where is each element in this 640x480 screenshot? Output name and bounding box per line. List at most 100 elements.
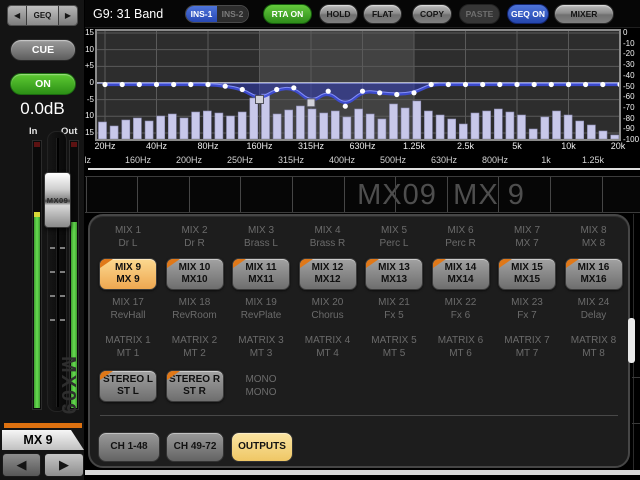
rta-scale-label: -70 — [623, 103, 635, 112]
geq-band-handle[interactable] — [102, 82, 107, 87]
next-channel-button[interactable]: ▶ — [44, 453, 84, 477]
geq-band-handle[interactable] — [411, 90, 416, 95]
geq-rta-graph[interactable] — [96, 30, 620, 140]
geq-band-handle[interactable] — [446, 82, 451, 87]
geq-prev-button[interactable]: ◀ — [8, 6, 27, 25]
rta-scale-label: -30 — [623, 60, 635, 69]
geq-band-handle[interactable] — [326, 89, 331, 94]
rta-scale-label: -10 — [623, 39, 635, 48]
rta-bar — [506, 112, 514, 139]
hold-button[interactable]: HOLD — [319, 4, 358, 24]
tab-ins-1[interactable]: INS-1 — [186, 6, 217, 22]
channel-color-corner — [100, 259, 113, 268]
geq-band-handle[interactable] — [394, 92, 399, 97]
strip-cell-border — [498, 177, 499, 212]
tab-ch-1-48[interactable]: CH 1-48 — [98, 432, 160, 462]
fader-gain-value: 0.0dB — [0, 99, 85, 119]
paste-button[interactable]: PASTE — [459, 4, 500, 24]
prev-channel-button[interactable]: ◀ — [2, 453, 41, 477]
geq-band-handle[interactable] — [360, 89, 365, 94]
rta-bar — [518, 115, 526, 139]
geq-next-button[interactable]: ▶ — [59, 6, 77, 25]
on-button[interactable]: ON — [10, 73, 76, 95]
mixer-button[interactable]: MIXER — [554, 4, 614, 24]
rta-on-button[interactable]: RTA ON — [263, 4, 312, 24]
geq-band-handle[interactable] — [463, 82, 468, 87]
fader-cap[interactable]: MX09 — [44, 172, 71, 228]
rta-bar — [192, 112, 200, 139]
background-strip-line — [632, 377, 640, 378]
rta-scale-label: -80 — [623, 114, 635, 123]
cue-button[interactable]: CUE — [10, 39, 76, 61]
geq-on-button[interactable]: GEQ ON — [507, 4, 549, 24]
geq-band-handle[interactable] — [497, 82, 502, 87]
geq-band-handle[interactable] — [223, 84, 228, 89]
channel-color-corner — [366, 259, 379, 268]
tab-ins-2[interactable]: INS-2 — [217, 6, 248, 22]
geq-band-handle[interactable] — [600, 82, 605, 87]
rta-scale-label: -60 — [623, 92, 635, 101]
channel-button-stereo-r[interactable]: STEREO RST R — [166, 370, 224, 402]
rta-bar — [133, 118, 141, 139]
rta-bar — [238, 112, 246, 139]
channel-button-mix-13[interactable]: MIX 13MX13 — [365, 258, 423, 290]
flat-button[interactable]: FLAT — [363, 4, 402, 24]
geq-band-handle-selected[interactable] — [307, 99, 315, 107]
strip-cell-border — [137, 177, 138, 212]
geq-band-handle[interactable] — [343, 104, 348, 109]
channel-option-mix-20: MIX 20Chorus — [295, 296, 361, 322]
channel-button-stereo-l[interactable]: STEREO LST L — [99, 370, 157, 402]
fader-tick — [50, 247, 55, 249]
rta-bar — [308, 109, 316, 139]
rta-scale-right: 0-10-20-30-40-50-60-70-80-90-100 — [623, 30, 640, 148]
channel-button-mix-9[interactable]: MIX 9MX 9 — [99, 258, 157, 290]
channel-option-mix-5: MIX 5Perc L — [361, 224, 427, 250]
band-freq-label: 500Hz — [373, 155, 413, 165]
channel-button-mix-11[interactable]: MIX 11MX11 — [232, 258, 290, 290]
geq-band-handle[interactable] — [429, 82, 434, 87]
popup-divider — [100, 415, 618, 416]
tab-outputs[interactable]: OUTPUTS — [231, 432, 293, 462]
geq-band-handle[interactable] — [154, 82, 159, 87]
rta-bar — [157, 116, 165, 139]
channel-option-mix-18: MIX 18RevRoom — [162, 296, 228, 322]
db-scale-label: 0 — [90, 78, 94, 87]
fader-tick — [60, 247, 65, 249]
geq-band-handle[interactable] — [480, 82, 485, 87]
geq-band-handle[interactable] — [137, 82, 142, 87]
geq-band-handle[interactable] — [205, 82, 210, 87]
geq-band-handle[interactable] — [274, 87, 279, 92]
geq-band-handle[interactable] — [188, 82, 193, 87]
rta-scale-label: -40 — [623, 71, 635, 80]
geq-band-handle[interactable] — [240, 87, 245, 92]
channel-button-mix-12[interactable]: MIX 12MX12 — [299, 258, 357, 290]
band-freq-label: 250Hz — [220, 155, 260, 165]
tab-ch-49-72[interactable]: CH 49-72 — [166, 432, 224, 462]
band-freq-label: 1.25k — [573, 155, 613, 165]
channel-button-mix-14[interactable]: MIX 14MX14 — [432, 258, 490, 290]
geq-band-handle[interactable] — [583, 82, 588, 87]
channel-button-mix-16[interactable]: MIX 16MX16 — [565, 258, 623, 290]
band-freq-label: 1k — [526, 155, 566, 165]
geq-band-handle[interactable] — [514, 82, 519, 87]
right-arrow-icon: ▶ — [65, 11, 71, 20]
geq-band-handle-selected[interactable] — [256, 96, 264, 104]
popup-scrollbar[interactable] — [628, 318, 635, 363]
band-freq-label: 400Hz — [322, 155, 362, 165]
geq-band-handle[interactable] — [171, 82, 176, 87]
geq-band-handle[interactable] — [566, 82, 571, 87]
rta-bar — [168, 114, 176, 139]
channel-option-mix-19: MIX 19RevPlate — [228, 296, 294, 322]
geq-band-handle[interactable] — [377, 90, 382, 95]
rta-bar — [529, 129, 537, 139]
geq-band-handle[interactable] — [120, 82, 125, 87]
geq-band-handle[interactable] — [532, 82, 537, 87]
channel-button-mix-10[interactable]: MIX 10MX10 — [166, 258, 224, 290]
copy-button[interactable]: COPY — [412, 4, 452, 24]
geq-band-handle[interactable] — [291, 85, 296, 90]
channel-button-mix-15[interactable]: MIX 15MX15 — [498, 258, 556, 290]
geq-band-handle[interactable] — [549, 82, 554, 87]
band-freq-label: 160Hz — [118, 155, 158, 165]
clip-indicator — [34, 142, 40, 147]
frequency-axis: 20Hz40Hz80Hz160Hz315Hz630Hz1.25k2.5k5k10… — [85, 141, 640, 154]
